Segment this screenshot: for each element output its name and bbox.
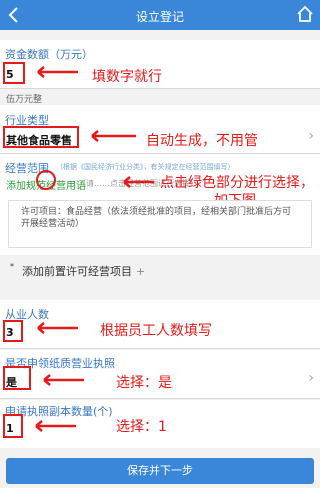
- industry-highlight-box: [3, 126, 79, 148]
- save-next-button[interactable]: 保存并下一步: [6, 458, 314, 484]
- scope-text-box[interactable]: 许可项目：食品经营（依法须经批准的项目，经相关部门批准后方可开展经营活动）: [8, 200, 312, 248]
- scope-highlight-circle: [36, 170, 56, 190]
- divider: [0, 88, 320, 89]
- top-bar: 设立登记: [0, 0, 320, 30]
- arrow-icon: [37, 66, 78, 78]
- employees-highlight-box: [3, 320, 23, 342]
- home-icon[interactable]: [296, 5, 314, 23]
- add-permit-label: 添加前置许可经营项目: [22, 265, 132, 278]
- arrow-icon: [123, 176, 154, 188]
- employees-annotation: 根据员工人数填写: [100, 323, 212, 339]
- add-permit-button[interactable]: 添加前置许可经营项目 +: [22, 263, 145, 279]
- arrow-icon: [37, 322, 78, 334]
- industry-annotation: 自动生成，不用管: [146, 133, 258, 149]
- scope-annotation-line1: 点击绿色部分进行选择，: [160, 175, 314, 191]
- capital-highlight-box: [3, 62, 25, 84]
- arrow-icon: [43, 374, 84, 386]
- divider: [0, 348, 320, 349]
- plus-icon: +: [136, 265, 146, 278]
- copies-highlight-box: [3, 414, 23, 438]
- copies-annotation: 选择：1: [116, 419, 167, 435]
- scope-text: 许可项目：食品经营（依法须经批准的项目，经相关部门批准后方可开展经营活动）: [21, 207, 292, 229]
- capital-label: 资金数额（万元）: [5, 48, 93, 61]
- chevron-right-icon[interactable]: ›: [308, 128, 314, 144]
- paper-license-highlight-box: [3, 366, 31, 390]
- divider: [0, 153, 320, 154]
- capital-annotation: 填数字就行: [92, 69, 162, 85]
- paper-license-annotation: 选择：是: [116, 375, 172, 391]
- chevron-right-icon[interactable]: ›: [308, 370, 314, 386]
- capital-amount-words: 伍万元整: [6, 95, 43, 105]
- page-title: 设立登记: [135, 10, 184, 24]
- arrow-icon: [91, 130, 136, 142]
- arrow-icon: [35, 420, 76, 432]
- scope-label-hint: （根据《国民经济行业分类》，有关规定在经营范围填写）: [56, 163, 235, 171]
- divider: [0, 398, 320, 399]
- required-star: *: [10, 262, 14, 271]
